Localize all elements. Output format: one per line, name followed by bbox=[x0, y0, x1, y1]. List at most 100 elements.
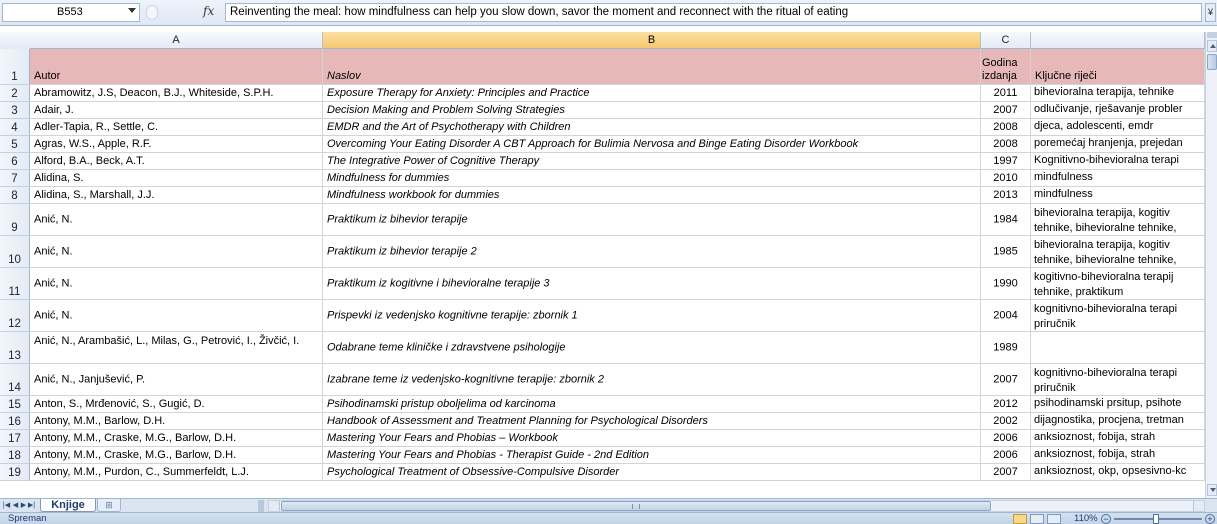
cell-godina[interactable]: 1989 bbox=[981, 332, 1031, 364]
header-cell-autor[interactable]: Autor bbox=[30, 49, 323, 85]
cell-godina[interactable]: 1990 bbox=[981, 268, 1031, 300]
cell-godina[interactable]: 2006 bbox=[981, 430, 1031, 447]
zoom-slider-thumb[interactable] bbox=[1153, 514, 1159, 524]
row-header-17[interactable]: 17 bbox=[0, 430, 30, 447]
row-header-8[interactable]: 8 bbox=[0, 187, 30, 204]
cell-kljucne[interactable]: kognitivno-bihevioralna terapi priručnik bbox=[1031, 364, 1205, 396]
cell-godina[interactable]: 2006 bbox=[981, 447, 1031, 464]
cell-autor[interactable]: Adair, J. bbox=[30, 102, 323, 119]
cell-kljucne[interactable]: poremećaj hranjenja, prejedan bbox=[1031, 136, 1205, 153]
cell-kljucne[interactable]: Kognitivno-bihevioralna terapi bbox=[1031, 153, 1205, 170]
cell-autor[interactable]: Antony, M.M., Craske, M.G., Barlow, D.H. bbox=[30, 447, 323, 464]
zoom-in-icon[interactable]: + bbox=[1205, 514, 1215, 524]
cell-autor[interactable]: Antony, M.M., Craske, M.G., Barlow, D.H. bbox=[30, 430, 323, 447]
column-header-a[interactable]: A bbox=[30, 32, 323, 49]
cell-autor[interactable]: Agras, W.S., Apple, R.F. bbox=[30, 136, 323, 153]
scroll-right-button[interactable] bbox=[1193, 501, 1204, 511]
column-header-c[interactable]: C bbox=[981, 32, 1031, 49]
cell-naslov[interactable]: Odabrane teme kliničke i zdravstvene psi… bbox=[323, 332, 981, 364]
cell-naslov[interactable]: Mindfulness workbook for dummies bbox=[323, 187, 981, 204]
cell-naslov[interactable]: The Integrative Power of Cognitive Thera… bbox=[323, 153, 981, 170]
cell-kljucne[interactable]: anksiozni poremećaji, izlaganje bihevior… bbox=[1031, 85, 1205, 102]
scroll-left-button[interactable] bbox=[269, 501, 280, 511]
cell-naslov[interactable]: Psihodinamski pristup oboljelima od karc… bbox=[323, 396, 981, 413]
cell-godina[interactable]: 1984 bbox=[981, 204, 1031, 236]
cell-naslov[interactable]: Overcoming Your Eating Disorder A CBT Ap… bbox=[323, 136, 981, 153]
cell-autor[interactable]: Alidina, S. bbox=[30, 170, 323, 187]
cell-godina[interactable]: 2011 bbox=[981, 85, 1031, 102]
name-box[interactable]: B553 bbox=[2, 3, 140, 22]
cell-godina[interactable]: 2013 bbox=[981, 187, 1031, 204]
cell-autor[interactable]: Anić, N. bbox=[30, 204, 323, 236]
header-cell-kljucne[interactable]: Ključne riječi bbox=[1031, 49, 1205, 85]
cell-autor[interactable]: Alford, B.A., Beck, A.T. bbox=[30, 153, 323, 170]
zoom-level[interactable]: 110% bbox=[1074, 513, 1098, 524]
function-icon[interactable]: fx bbox=[203, 4, 214, 18]
scroll-down-button[interactable] bbox=[1207, 484, 1217, 496]
cell-naslov[interactable]: Mastering Your Fears and Phobias – Workb… bbox=[323, 430, 981, 447]
cell-autor[interactable]: Adler-Tapia, R., Settle, C. bbox=[30, 119, 323, 136]
cell-autor[interactable]: Anić, N. bbox=[30, 300, 323, 332]
cell-kljucne[interactable]: mindfulness bbox=[1031, 170, 1205, 187]
column-header-b[interactable]: B bbox=[323, 32, 981, 49]
cell-kljucne[interactable] bbox=[1031, 332, 1205, 364]
cell-kljucne[interactable]: anksioznost, okp, opsesivno-kc bbox=[1031, 464, 1205, 481]
row-header-15[interactable]: 15 bbox=[0, 396, 30, 413]
insert-sheet-icon[interactable]: ⊞ bbox=[97, 499, 121, 512]
row-header-11[interactable]: 11 bbox=[0, 268, 30, 300]
cell-naslov[interactable]: Handbook of Assessment and Treatment Pla… bbox=[323, 413, 981, 430]
row-header-4[interactable]: 4 bbox=[0, 119, 30, 136]
row-header-13[interactable]: 13 bbox=[0, 332, 30, 364]
cell-kljucne[interactable]: anksioznost, fobija, strah bbox=[1031, 430, 1205, 447]
header-cell-godina[interactable]: Godina izdanja bbox=[981, 49, 1031, 85]
cell-godina[interactable]: 2008 bbox=[981, 119, 1031, 136]
cell-naslov[interactable]: Prispevki iz vedenjsko kognitivne terapi… bbox=[323, 300, 981, 332]
cell-naslov[interactable]: Praktikum iz bihevior terapije bbox=[323, 204, 981, 236]
cell-naslov[interactable]: Praktikum iz kogitivne i bihevioralne te… bbox=[323, 268, 981, 300]
cell-godina[interactable]: 2007 bbox=[981, 364, 1031, 396]
cell-godina[interactable]: 1997 bbox=[981, 153, 1031, 170]
cell-autor[interactable]: Anić, N. bbox=[30, 268, 323, 300]
cell-kljucne[interactable]: odlučivanje, rješavanje probler bbox=[1031, 102, 1205, 119]
cell-naslov[interactable]: Praktikum iz bihevior terapije 2 bbox=[323, 236, 981, 268]
cell-naslov[interactable]: Mastering Your Fears and Phobias - Thera… bbox=[323, 447, 981, 464]
row-header-3[interactable]: 3 bbox=[0, 102, 30, 119]
scroll-up-button[interactable] bbox=[1207, 40, 1217, 52]
cell-godina[interactable]: 2007 bbox=[981, 464, 1031, 481]
vertical-scroll-thumb[interactable] bbox=[1207, 54, 1217, 70]
cell-autor[interactable]: Abramowitz, J.S, Deacon, B.J., Whiteside… bbox=[30, 85, 323, 102]
cell-kljucne[interactable]: djeca, adolescenti, emdr bbox=[1031, 119, 1205, 136]
last-sheet-icon[interactable]: ▶| bbox=[27, 500, 36, 511]
cell-godina[interactable]: 2012 bbox=[981, 396, 1031, 413]
cell-naslov[interactable]: EMDR and the Art of Psychotherapy with C… bbox=[323, 119, 981, 136]
column-header-d[interactable] bbox=[1031, 32, 1205, 49]
cell-naslov[interactable]: Izabrane teme iz vedenjsko-kognitivne te… bbox=[323, 364, 981, 396]
cell-naslov[interactable]: Psychological Treatment of Obsessive-Com… bbox=[323, 464, 981, 481]
formula-bar-splitter[interactable] bbox=[146, 5, 158, 20]
header-cell-naslov[interactable]: Naslov bbox=[323, 49, 981, 85]
cell-autor[interactable]: Anić, N. bbox=[30, 236, 323, 268]
row-header-16[interactable]: 16 bbox=[0, 413, 30, 430]
cell-kljucne[interactable]: bihevioralna terapija, kogitiv tehnike, … bbox=[1031, 236, 1205, 268]
cell-godina[interactable]: 2008 bbox=[981, 136, 1031, 153]
vertical-scrollbar[interactable] bbox=[1205, 32, 1217, 498]
cell-autor[interactable]: Anton, S., Mrđenović, S., Gugić, D. bbox=[30, 396, 323, 413]
cell-autor[interactable]: Alidina, S., Marshall, J.J. bbox=[30, 187, 323, 204]
cell-kljucne[interactable]: anksioznost, fobija, strah bbox=[1031, 447, 1205, 464]
first-sheet-icon[interactable]: |◀ bbox=[2, 500, 11, 511]
tab-split-handle[interactable] bbox=[258, 500, 264, 512]
cell-kljucne[interactable]: kognitivno-bihevioralna terapi priručnik bbox=[1031, 300, 1205, 332]
row-header-14[interactable]: 14 bbox=[0, 364, 30, 396]
cell-godina[interactable]: 2002 bbox=[981, 413, 1031, 430]
cell-kljucne[interactable]: mindfulness bbox=[1031, 187, 1205, 204]
cell-autor[interactable]: Antony, M.M., Purdon, C., Summerfeldt, L… bbox=[30, 464, 323, 481]
row-header-10[interactable]: 10 bbox=[0, 236, 30, 268]
page-break-view-icon[interactable] bbox=[1047, 514, 1061, 524]
cell-godina[interactable]: 2007 bbox=[981, 102, 1031, 119]
cell-autor[interactable]: Antony, M.M., Barlow, D.H. bbox=[30, 413, 323, 430]
row-header-19[interactable]: 19 bbox=[0, 464, 30, 481]
normal-view-icon[interactable] bbox=[1013, 514, 1027, 524]
cell-kljucne[interactable]: dijagnostika, procjena, tretman bbox=[1031, 413, 1205, 430]
horizontal-scroll-thumb[interactable] bbox=[281, 501, 991, 511]
row-header-1[interactable]: 1 bbox=[0, 49, 30, 85]
